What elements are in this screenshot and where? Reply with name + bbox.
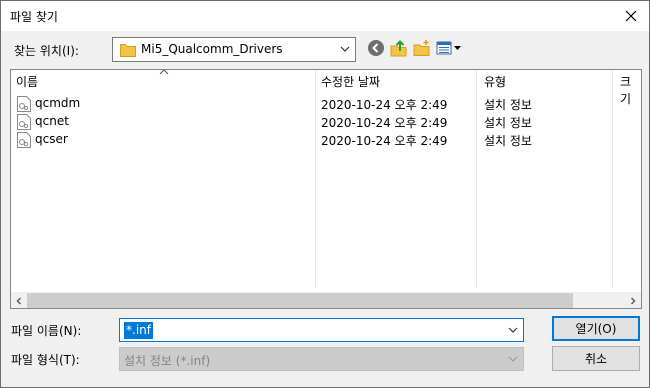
column-header-name[interactable]: 이름 — [11, 70, 315, 92]
filename-value[interactable]: *.inf — [124, 322, 153, 339]
file-name: qcser — [35, 132, 68, 146]
back-icon — [368, 40, 384, 56]
setup-file-icon — [17, 96, 31, 112]
list-item[interactable]: qcser 2020-10-24 오후 2:49 설치 정보 — [11, 131, 641, 149]
new-folder-button[interactable] — [411, 38, 433, 58]
filename-input[interactable]: *.inf — [119, 318, 524, 342]
filetype-label: 파일 형식(T): — [11, 353, 80, 367]
window-title: 파일 찾기 — [10, 10, 58, 24]
title-bar: 파일 찾기 — [1, 1, 649, 31]
cancel-button[interactable]: 취소 — [552, 346, 640, 371]
file-type: 설치 정보 — [484, 98, 532, 112]
setup-file-icon — [17, 132, 31, 148]
view-menu-button[interactable] — [435, 38, 463, 58]
up-folder-button[interactable] — [388, 38, 410, 58]
file-type: 설치 정보 — [484, 116, 532, 130]
scrollbar-thumb[interactable] — [27, 293, 573, 308]
open-button-label: 열기(O) — [575, 322, 617, 336]
chevron-down-icon[interactable] — [338, 42, 352, 56]
view-menu-icon — [436, 41, 461, 55]
setup-file-icon — [17, 114, 31, 130]
look-in-combo[interactable]: Mi5_Qualcomm_Drivers — [112, 37, 356, 62]
horizontal-scrollbar[interactable] — [11, 292, 641, 308]
new-folder-icon — [413, 40, 430, 56]
file-date: 2020-10-24 오후 2:49 — [321, 116, 448, 130]
look-in-value: Mi5_Qualcomm_Drivers — [141, 42, 283, 56]
filetype-select[interactable]: 설치 정보 (*.inf) — [119, 347, 524, 371]
close-icon — [625, 10, 637, 22]
column-header-type[interactable]: 유형 — [477, 70, 612, 92]
back-button[interactable] — [365, 38, 387, 58]
open-button[interactable]: 열기(O) — [552, 316, 640, 341]
scroll-left-button[interactable] — [11, 292, 27, 308]
file-date: 2020-10-24 오후 2:49 — [321, 98, 448, 112]
file-type: 설치 정보 — [484, 134, 532, 148]
file-date: 2020-10-24 오후 2:49 — [321, 134, 448, 148]
filetype-value: 설치 정보 (*.inf) — [124, 354, 211, 368]
list-item[interactable]: qcnet 2020-10-24 오후 2:49 설치 정보 — [11, 113, 641, 131]
file-name: qcmdm — [35, 96, 81, 110]
chevron-left-icon — [16, 296, 22, 305]
cancel-button-label: 취소 — [584, 352, 608, 366]
file-open-dialog: 파일 찾기 찾는 위치(I): Mi5_Qualcomm_Drivers 이름 … — [0, 0, 650, 388]
filename-label: 파일 이름(N): — [11, 324, 82, 338]
scroll-right-button[interactable] — [625, 292, 641, 308]
chevron-down-icon[interactable] — [507, 353, 519, 365]
column-header-date[interactable]: 수정한 날짜 — [316, 70, 476, 92]
list-item[interactable]: qcmdm 2020-10-24 오후 2:49 설치 정보 — [11, 95, 641, 113]
file-name: qcnet — [35, 114, 69, 128]
folder-icon — [120, 44, 136, 57]
close-button[interactable] — [613, 1, 649, 31]
file-list[interactable]: 이름 수정한 날짜 유형 크기 qcmdm 2020-10-24 오후 2:49… — [10, 69, 642, 309]
up-folder-icon — [390, 40, 407, 57]
chevron-right-icon — [630, 296, 636, 305]
look-in-label: 찾는 위치(I): — [14, 44, 79, 58]
chevron-down-icon[interactable] — [507, 324, 519, 336]
column-header-size[interactable]: 크기 — [613, 70, 641, 106]
